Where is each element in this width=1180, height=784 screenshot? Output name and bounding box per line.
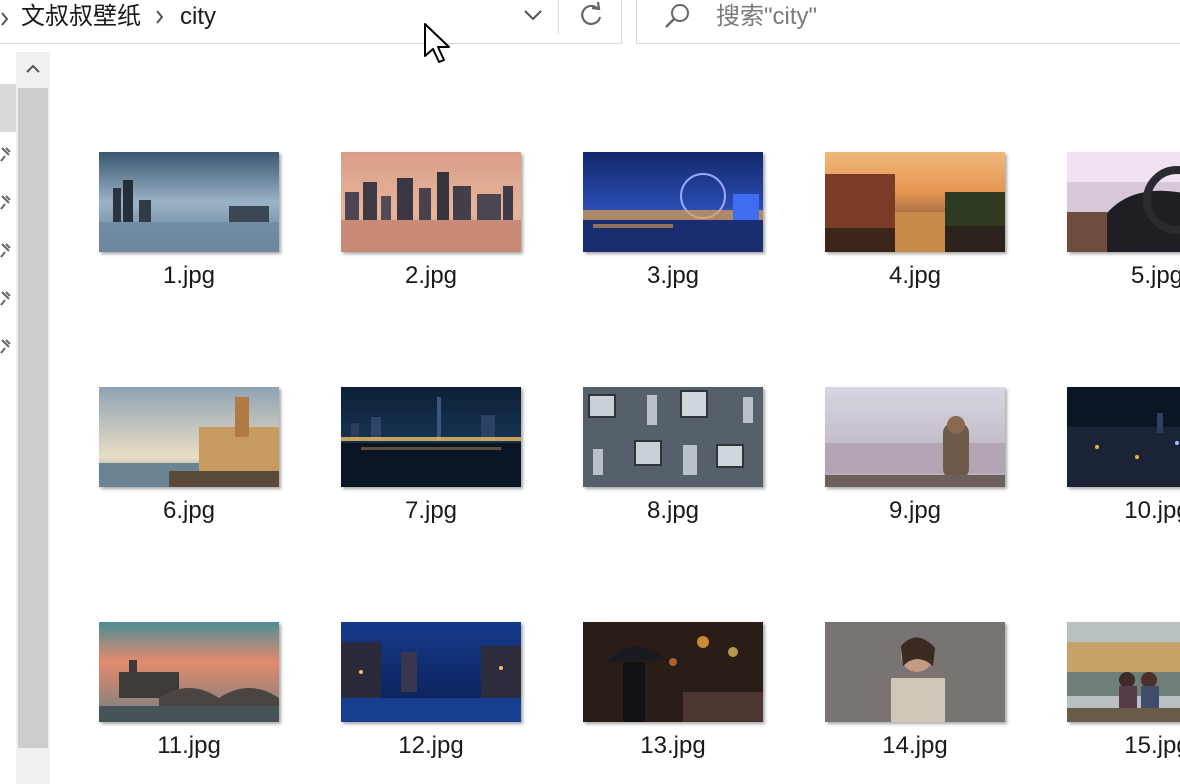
file-thumbnail[interactable] [1067,152,1180,252]
file-thumbnail[interactable] [99,387,279,487]
chevron-down-icon [523,8,543,26]
file-name[interactable]: 6.jpg [91,495,287,527]
scroll-up-button[interactable] [16,52,50,88]
file-item[interactable]: 6.jpg [91,387,291,547]
file-thumbnail[interactable] [99,152,279,252]
file-thumbnail[interactable] [341,622,521,722]
address-bar[interactable]: 文叔叔壁纸 city [0,0,622,44]
file-name[interactable]: 13.jpg [575,730,771,762]
file-item[interactable]: 15.jpg [1059,622,1180,782]
vertical-scrollbar[interactable] [16,52,50,784]
file-thumbnail[interactable] [1067,387,1180,487]
file-thumbnail[interactable] [1067,622,1180,722]
file-name[interactable]: 14.jpg [817,730,1013,762]
file-grid: 1.jpg 2.jpg 3.jpg 4.jpg 5.jpg 6.jpg 7.jpg 8.jpg… [50,52,1180,784]
file-name[interactable]: 7.jpg [333,495,529,527]
file-name[interactable]: 8.jpg [575,495,771,527]
file-name[interactable]: 9.jpg [817,495,1013,527]
file-thumbnail[interactable] [825,387,1005,487]
file-thumbnail[interactable] [99,622,279,722]
file-name[interactable]: 11.jpg [91,730,287,762]
pin-icon[interactable] [0,242,12,258]
file-item[interactable]: 7.jpg [333,387,533,547]
file-name[interactable]: 10.jpg [1059,495,1180,527]
file-thumbnail[interactable] [341,152,521,252]
file-item[interactable]: 14.jpg [817,622,1017,782]
file-item[interactable]: 12.jpg [333,622,533,782]
mouse-pointer-icon [423,22,451,66]
chevron-right-icon[interactable] [0,9,10,29]
file-name[interactable]: 1.jpg [91,260,287,292]
file-thumbnail[interactable] [825,152,1005,252]
file-thumbnail[interactable] [583,387,763,487]
refresh-button[interactable] [560,0,622,34]
file-item[interactable]: 10.jpg [1059,387,1180,547]
breadcrumb-item-current[interactable]: city [180,0,216,34]
chevron-up-icon [26,61,40,79]
file-thumbnail[interactable] [825,622,1005,722]
file-item[interactable]: 9.jpg [817,387,1017,547]
navigation-pane[interactable] [0,44,16,784]
file-item[interactable]: 2.jpg [333,152,533,312]
scrollbar-thumb[interactable] [18,88,48,748]
file-name[interactable]: 12.jpg [333,730,529,762]
file-name[interactable]: 3.jpg [575,260,771,292]
breadcrumb-item-parent[interactable]: 文叔叔壁纸 [21,0,141,34]
file-name[interactable]: 15.jpg [1059,730,1180,762]
file-name[interactable]: 5.jpg [1059,260,1180,292]
address-history-dropdown-button[interactable] [508,0,559,34]
file-item[interactable]: 5.jpg [1059,152,1180,312]
pin-icon[interactable] [0,290,12,306]
refresh-icon [579,1,603,33]
search-box[interactable]: 搜索"city" [636,0,1180,44]
search-icon [663,2,693,32]
file-item[interactable]: 3.jpg [575,152,775,312]
file-name[interactable]: 2.jpg [333,260,529,292]
file-item[interactable]: 11.jpg [91,622,291,782]
file-thumbnail[interactable] [341,387,521,487]
file-item[interactable]: 13.jpg [575,622,775,782]
file-thumbnail[interactable] [583,622,763,722]
chevron-right-icon[interactable] [153,8,167,26]
nav-item-selected[interactable] [0,84,16,132]
pin-icon[interactable] [0,146,12,162]
file-item[interactable]: 4.jpg [817,152,1017,312]
file-item[interactable]: 1.jpg [91,152,291,312]
pin-icon[interactable] [0,338,12,354]
search-input[interactable]: 搜索"city" [716,0,817,34]
file-item[interactable]: 8.jpg [575,387,775,547]
pin-icon[interactable] [0,194,12,210]
file-thumbnail[interactable] [583,152,763,252]
file-name[interactable]: 4.jpg [817,260,1013,292]
